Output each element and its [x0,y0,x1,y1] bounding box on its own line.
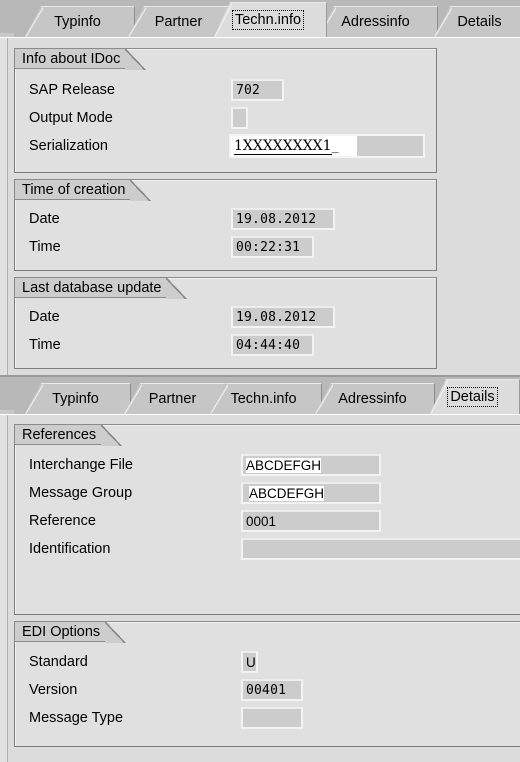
techn-info-panel: Info about IDoc SAP Release 702 Output M… [0,37,520,375]
group-info-about-idoc: Info about IDoc SAP Release 702 Output M… [14,48,437,173]
field-serialization[interactable]: 1XXXXXXXX1 _ [229,134,425,158]
group-time-of-creation: Time of creation Date 19.08.2012 Time 00… [14,179,437,271]
label-creation-date: Date [29,211,60,227]
field-identification[interactable] [241,538,520,560]
field-update-date[interactable]: 19.08.2012 [231,306,335,328]
field-update-time[interactable]: 04:44:40 [231,334,314,356]
text-caret: _ [331,138,339,154]
label-serialization: Serialization [29,138,108,154]
group-edi-options: EDI Options Standard U Version 00401 Mes… [14,621,520,747]
tab-typinfo[interactable]: Typinfo [25,383,131,414]
techn-info-screen: Typinfo Partner Techn.info Adressinfo De… [0,0,520,375]
tab-slant-edge-icon [25,7,43,37]
label-update-time: Time [29,337,61,353]
tab-label: Details [457,14,502,30]
tab-label: Adressinfo [338,391,407,407]
label-creation-time: Time [29,239,61,255]
group-title: EDI Options [14,621,127,643]
tab-label: Techn.info [231,10,305,30]
tab-adressinfo[interactable]: Adressinfo [318,6,438,37]
field-creation-time[interactable]: 00:22:31 [231,236,314,258]
field-reference[interactable]: 0001 [241,510,381,532]
tab-typinfo[interactable]: Typinfo [25,6,135,37]
tab-adressinfo[interactable]: Adressinfo [315,383,435,414]
field-creation-date[interactable]: 19.08.2012 [231,208,335,230]
label-interchange-file: Interchange File [29,457,133,473]
field-message-type[interactable] [241,707,303,729]
serialization-entry[interactable]: 1XXXXXXXX1 _ [231,136,357,156]
group-references: References Interchange File ABCDEFGH Mes… [14,424,520,615]
field-version[interactable]: 00401 [241,679,303,701]
label-output-mode: Output Mode [29,110,113,126]
tab-label: Typinfo [54,14,101,30]
group-title: Last database update [14,277,189,299]
tab-partner[interactable]: Partner [124,383,226,414]
label-version: Version [29,682,78,698]
group-title: Time of creation [14,179,152,201]
serialization-value: 1XXXXXXXX1 [234,137,332,155]
tab-label: Typinfo [52,391,99,407]
label-update-date: Date [29,309,60,325]
field-value: ABCDEFGH [249,485,325,501]
tab-details[interactable]: Details [430,379,520,414]
top-tab-strip: Typinfo Partner Techn.info Adressinfo De… [0,0,520,37]
field-interchange-file[interactable]: ABCDEFGH [241,454,381,476]
field-value: ABCDEFGH [246,457,322,473]
tab-slant-edge-icon [25,384,43,414]
label-message-type: Message Type [29,710,124,726]
panel-left-rail [0,415,8,762]
details-panel: References Interchange File ABCDEFGH Mes… [0,414,520,762]
tab-label: Techn.info [230,391,297,407]
group-title: Info about IDoc [14,48,147,70]
panel-left-rail [0,38,8,375]
field-standard[interactable]: U [241,651,258,673]
label-standard: Standard [29,654,88,670]
field-output-mode[interactable] [231,107,248,129]
label-sap-release: SAP Release [29,82,115,98]
group-title: References [14,424,123,446]
tab-details[interactable]: Details [434,6,520,37]
tab-label: Adressinfo [341,14,410,30]
tab-label: Details [447,387,498,407]
bottom-tab-strip: Typinfo Partner Techn.info Adressinfo De… [0,377,520,414]
tab-techn-info[interactable]: Techn.info [214,2,327,37]
tab-label: Partner [148,391,197,407]
tab-techn-info[interactable]: Techn.info [210,383,322,414]
label-message-group: Message Group [29,485,133,501]
tab-label: Partner [154,14,203,30]
details-screen: Typinfo Partner Techn.info Adressinfo De… [0,377,520,762]
group-last-database-update: Last database update Date 19.08.2012 Tim… [14,277,437,369]
label-identification: Identification [29,541,111,557]
field-sap-release[interactable]: 702 [231,79,284,101]
label-reference: Reference [29,513,96,529]
field-message-group[interactable]: ABCDEFGH [241,482,381,504]
